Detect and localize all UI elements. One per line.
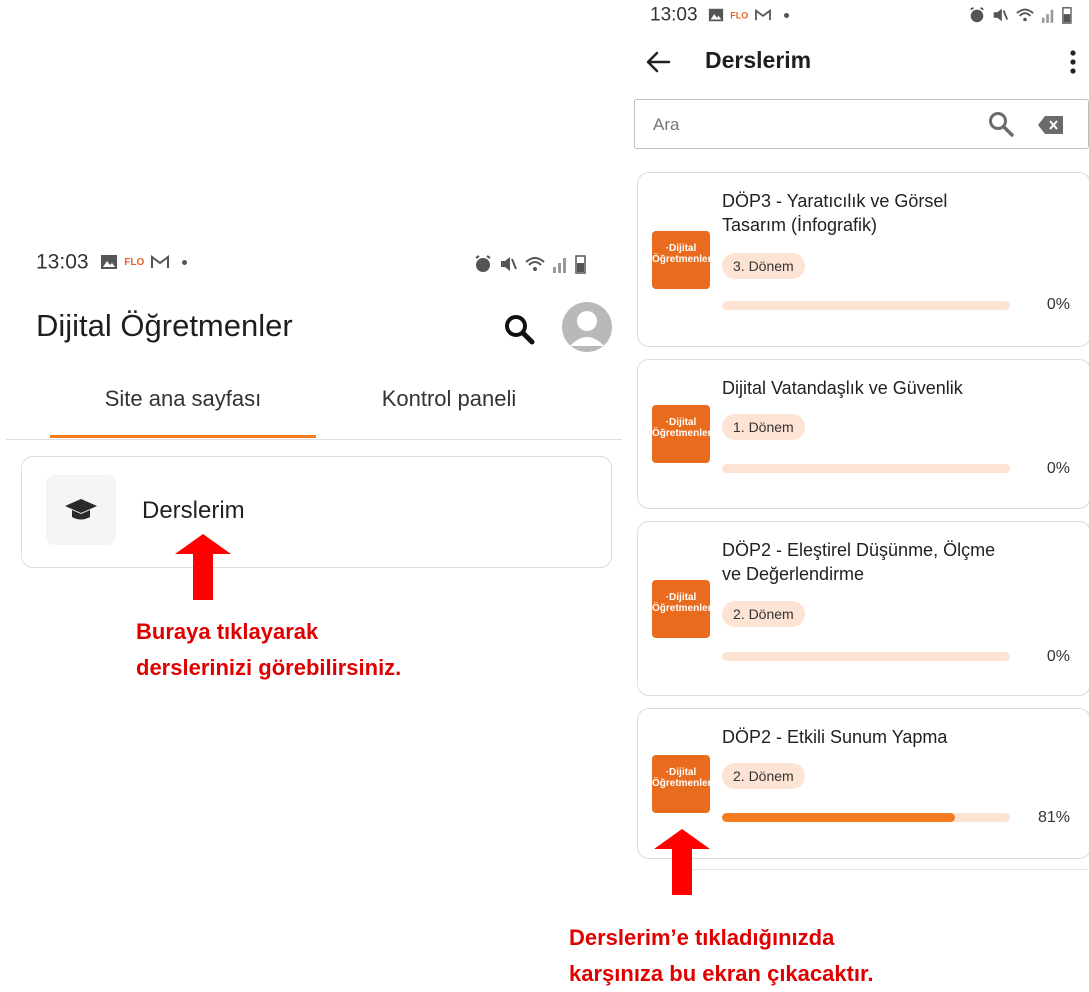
gmail-icon [755, 9, 771, 21]
avatar[interactable] [562, 302, 612, 352]
course-card[interactable]: ·Dijital Öğretmenler DÖP3 - Yaratıcılık … [637, 172, 1089, 347]
more-options-icon[interactable] [1069, 49, 1077, 75]
course-name-line1: DÖP2 - Eleştirel Düşünme, Ölçme [722, 540, 996, 560]
gmail-icon [151, 255, 170, 269]
annotation-left-line1: Buraya tıklayarak [136, 619, 319, 644]
course-name-line1: Dijital Vatandaşlık ve Güvenlik [722, 378, 963, 398]
thumb-label: ·Dijital [665, 243, 697, 254]
search-icon[interactable] [987, 110, 1015, 138]
thumb-label: Öğretmenler [652, 428, 710, 439]
mute-icon [501, 257, 518, 272]
clear-search-icon[interactable] [1037, 115, 1065, 135]
tab-divider [6, 439, 622, 440]
term-badge: 1. Dönem [722, 414, 805, 440]
mute-icon [994, 9, 1009, 22]
alarm-icon [969, 7, 984, 23]
thumb-label: Öğretmenler [652, 778, 710, 789]
progress-bar [722, 301, 1010, 310]
wifi-icon [1016, 9, 1035, 22]
gallery-notification-icon [709, 9, 724, 22]
progress-percent: 0% [1046, 296, 1070, 313]
graduation-cap-icon [65, 499, 97, 520]
thumb-label: ·Dijital [665, 767, 697, 778]
course-thumbnail: ·Dijital Öğretmenler [652, 405, 710, 463]
course-thumbnail: ·Dijital Öğretmenler [652, 231, 710, 289]
progress-percent: 0% [1046, 648, 1070, 665]
course-name: DÖP3 - Yaratıcılık ve Görsel Tasarım (İn… [722, 189, 1052, 237]
annotation-right-line2: karşınıza bu ekran çıkacaktır. [569, 961, 874, 986]
tab-site-home[interactable]: Site ana sayfası [50, 386, 316, 412]
progress-bar [722, 813, 1010, 822]
status-bar-left: 13:03 FLO [36, 250, 596, 280]
thumb-label: Öğretmenler [652, 254, 710, 265]
signal-icon [1042, 10, 1054, 24]
thumb-label: Öğretmenler [652, 603, 710, 614]
app-title: Dijital Öğretmenler [36, 308, 293, 343]
thumb-label: ·Dijital [665, 417, 697, 428]
tab-dashboard[interactable]: Kontrol paneli [316, 386, 582, 412]
arrow-up-icon-right [654, 829, 710, 895]
menu-item-label: Derslerim [142, 497, 245, 524]
progress-bar [722, 652, 1010, 661]
tab-active-indicator [50, 435, 316, 438]
course-name-line2: ve Değerlendirme [722, 564, 865, 584]
progress-percent: 81% [1037, 809, 1070, 826]
annotation-left-line2: derslerinizi görebilirsiniz. [136, 655, 402, 680]
battery-icon [575, 255, 586, 275]
annotation-left: Buraya tıklayarak derslerinizi görebilir… [136, 614, 556, 686]
notification-dot-icon [181, 259, 187, 265]
search-icon[interactable] [502, 312, 536, 346]
course-name: Dijital Vatandaşlık ve Güvenlik [722, 376, 1052, 400]
status-time: 13:03 [650, 4, 698, 26]
course-name-line2: Tasarım (İnfografik) [722, 215, 878, 235]
term-badge: 3. Dönem [722, 253, 805, 279]
course-thumbnail: ·Dijital Öğretmenler [652, 580, 710, 638]
status-time: 13:03 [36, 250, 89, 274]
menu-icon-box [46, 475, 116, 545]
back-arrow-icon[interactable] [645, 51, 671, 73]
battery-icon [1062, 7, 1072, 25]
course-name-line1: DÖP2 - Etkili Sunum Yapma [722, 727, 948, 747]
course-name: DÖP2 - Eleştirel Düşünme, Ölçme ve Değer… [722, 538, 1052, 586]
notification-dot-icon [783, 12, 789, 18]
signal-icon [553, 258, 567, 274]
search-input[interactable] [651, 112, 955, 138]
course-name: DÖP2 - Etkili Sunum Yapma [722, 725, 1052, 749]
course-card[interactable]: ·Dijital Öğretmenler DÖP2 - Eleştirel Dü… [637, 521, 1089, 696]
status-right-icons [968, 3, 1072, 27]
status-right-icons [473, 252, 586, 276]
progress-percent: 0% [1046, 460, 1070, 477]
term-badge: 2. Dönem [722, 601, 805, 627]
progress-fill [722, 813, 956, 822]
alarm-icon [475, 255, 491, 273]
thumb-label: ·Dijital [665, 592, 697, 603]
menu-item-derslerim[interactable]: Derslerim [21, 456, 612, 568]
status-bar-right: 13:03 FLO [650, 3, 1080, 31]
flo-notification-icon: FLO [124, 256, 145, 268]
header-title: Derslerim [705, 47, 812, 73]
search-field[interactable] [634, 99, 1089, 149]
arrow-up-icon-left [175, 534, 231, 600]
annotation-right: Derslerim’e tıkladığınızda karşınıza bu … [569, 920, 1069, 992]
flo-notification-icon: FLO [730, 10, 749, 21]
course-card[interactable]: ·Dijital Öğretmenler Dijital Vatandaşlık… [637, 359, 1089, 509]
annotation-right-line1: Derslerim’e tıkladığınızda [569, 925, 835, 950]
course-thumbnail: ·Dijital Öğretmenler [652, 755, 710, 813]
term-badge: 2. Dönem [722, 763, 805, 789]
progress-bar [722, 464, 1010, 473]
wifi-icon [525, 257, 545, 272]
next-card-edge [676, 869, 1089, 870]
gallery-notification-icon [101, 255, 118, 270]
course-name-line1: DÖP3 - Yaratıcılık ve Görsel [722, 191, 948, 211]
